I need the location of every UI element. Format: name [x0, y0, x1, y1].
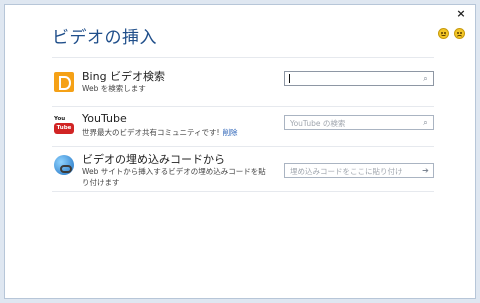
source-desc-bing: Web を検索します: [82, 84, 146, 93]
divider: [52, 146, 434, 147]
dialog-title: ビデオの挿入: [52, 28, 157, 48]
link-chain-icon: [60, 165, 72, 173]
source-desc-embed: Web サイトから挿入するビデオの埋め込みコードを貼 り付けます: [82, 167, 266, 187]
youtube-search-placeholder: YouTube の検索: [290, 119, 346, 128]
source-name-bing: Bing ビデオ検索: [82, 70, 166, 83]
youtube-icon: You Tube: [54, 116, 74, 136]
embed-code-icon: [54, 155, 74, 175]
divider: [52, 106, 434, 107]
bing-icon: [54, 72, 74, 92]
insert-video-dialog: × ビデオの挿入 Bing ビデオ検索 Web を検索します ⌕ You Tub…: [4, 4, 476, 299]
bing-search-input[interactable]: ⌕: [284, 71, 434, 86]
arrow-right-icon[interactable]: ➔: [421, 166, 430, 175]
remove-link[interactable]: 削除: [223, 128, 238, 137]
divider: [52, 191, 434, 192]
embed-code-input[interactable]: 埋め込みコードをここに貼り付け ➔: [284, 163, 434, 178]
divider: [52, 57, 434, 58]
source-row-embed: ビデオの埋め込みコードから Web サイトから挿入するビデオの埋め込みコードを貼…: [52, 151, 434, 191]
smiley-sad-icon[interactable]: [454, 28, 465, 39]
source-desc-youtube: 世界最大のビデオ共有コミュニティです! 削除: [82, 128, 238, 137]
embed-code-placeholder: 埋め込みコードをここに貼り付け: [290, 167, 403, 176]
smiley-happy-icon[interactable]: [438, 28, 449, 39]
close-button[interactable]: ×: [455, 8, 467, 20]
source-name-embed: ビデオの埋め込みコードから: [82, 153, 225, 166]
source-row-bing: Bing ビデオ検索 Web を検索します ⌕: [52, 68, 434, 108]
search-icon[interactable]: ⌕: [421, 118, 430, 127]
search-icon[interactable]: ⌕: [421, 74, 430, 83]
text-caret: [289, 74, 290, 83]
youtube-search-input[interactable]: YouTube の検索 ⌕: [284, 115, 434, 130]
source-name-youtube: YouTube: [82, 112, 127, 125]
